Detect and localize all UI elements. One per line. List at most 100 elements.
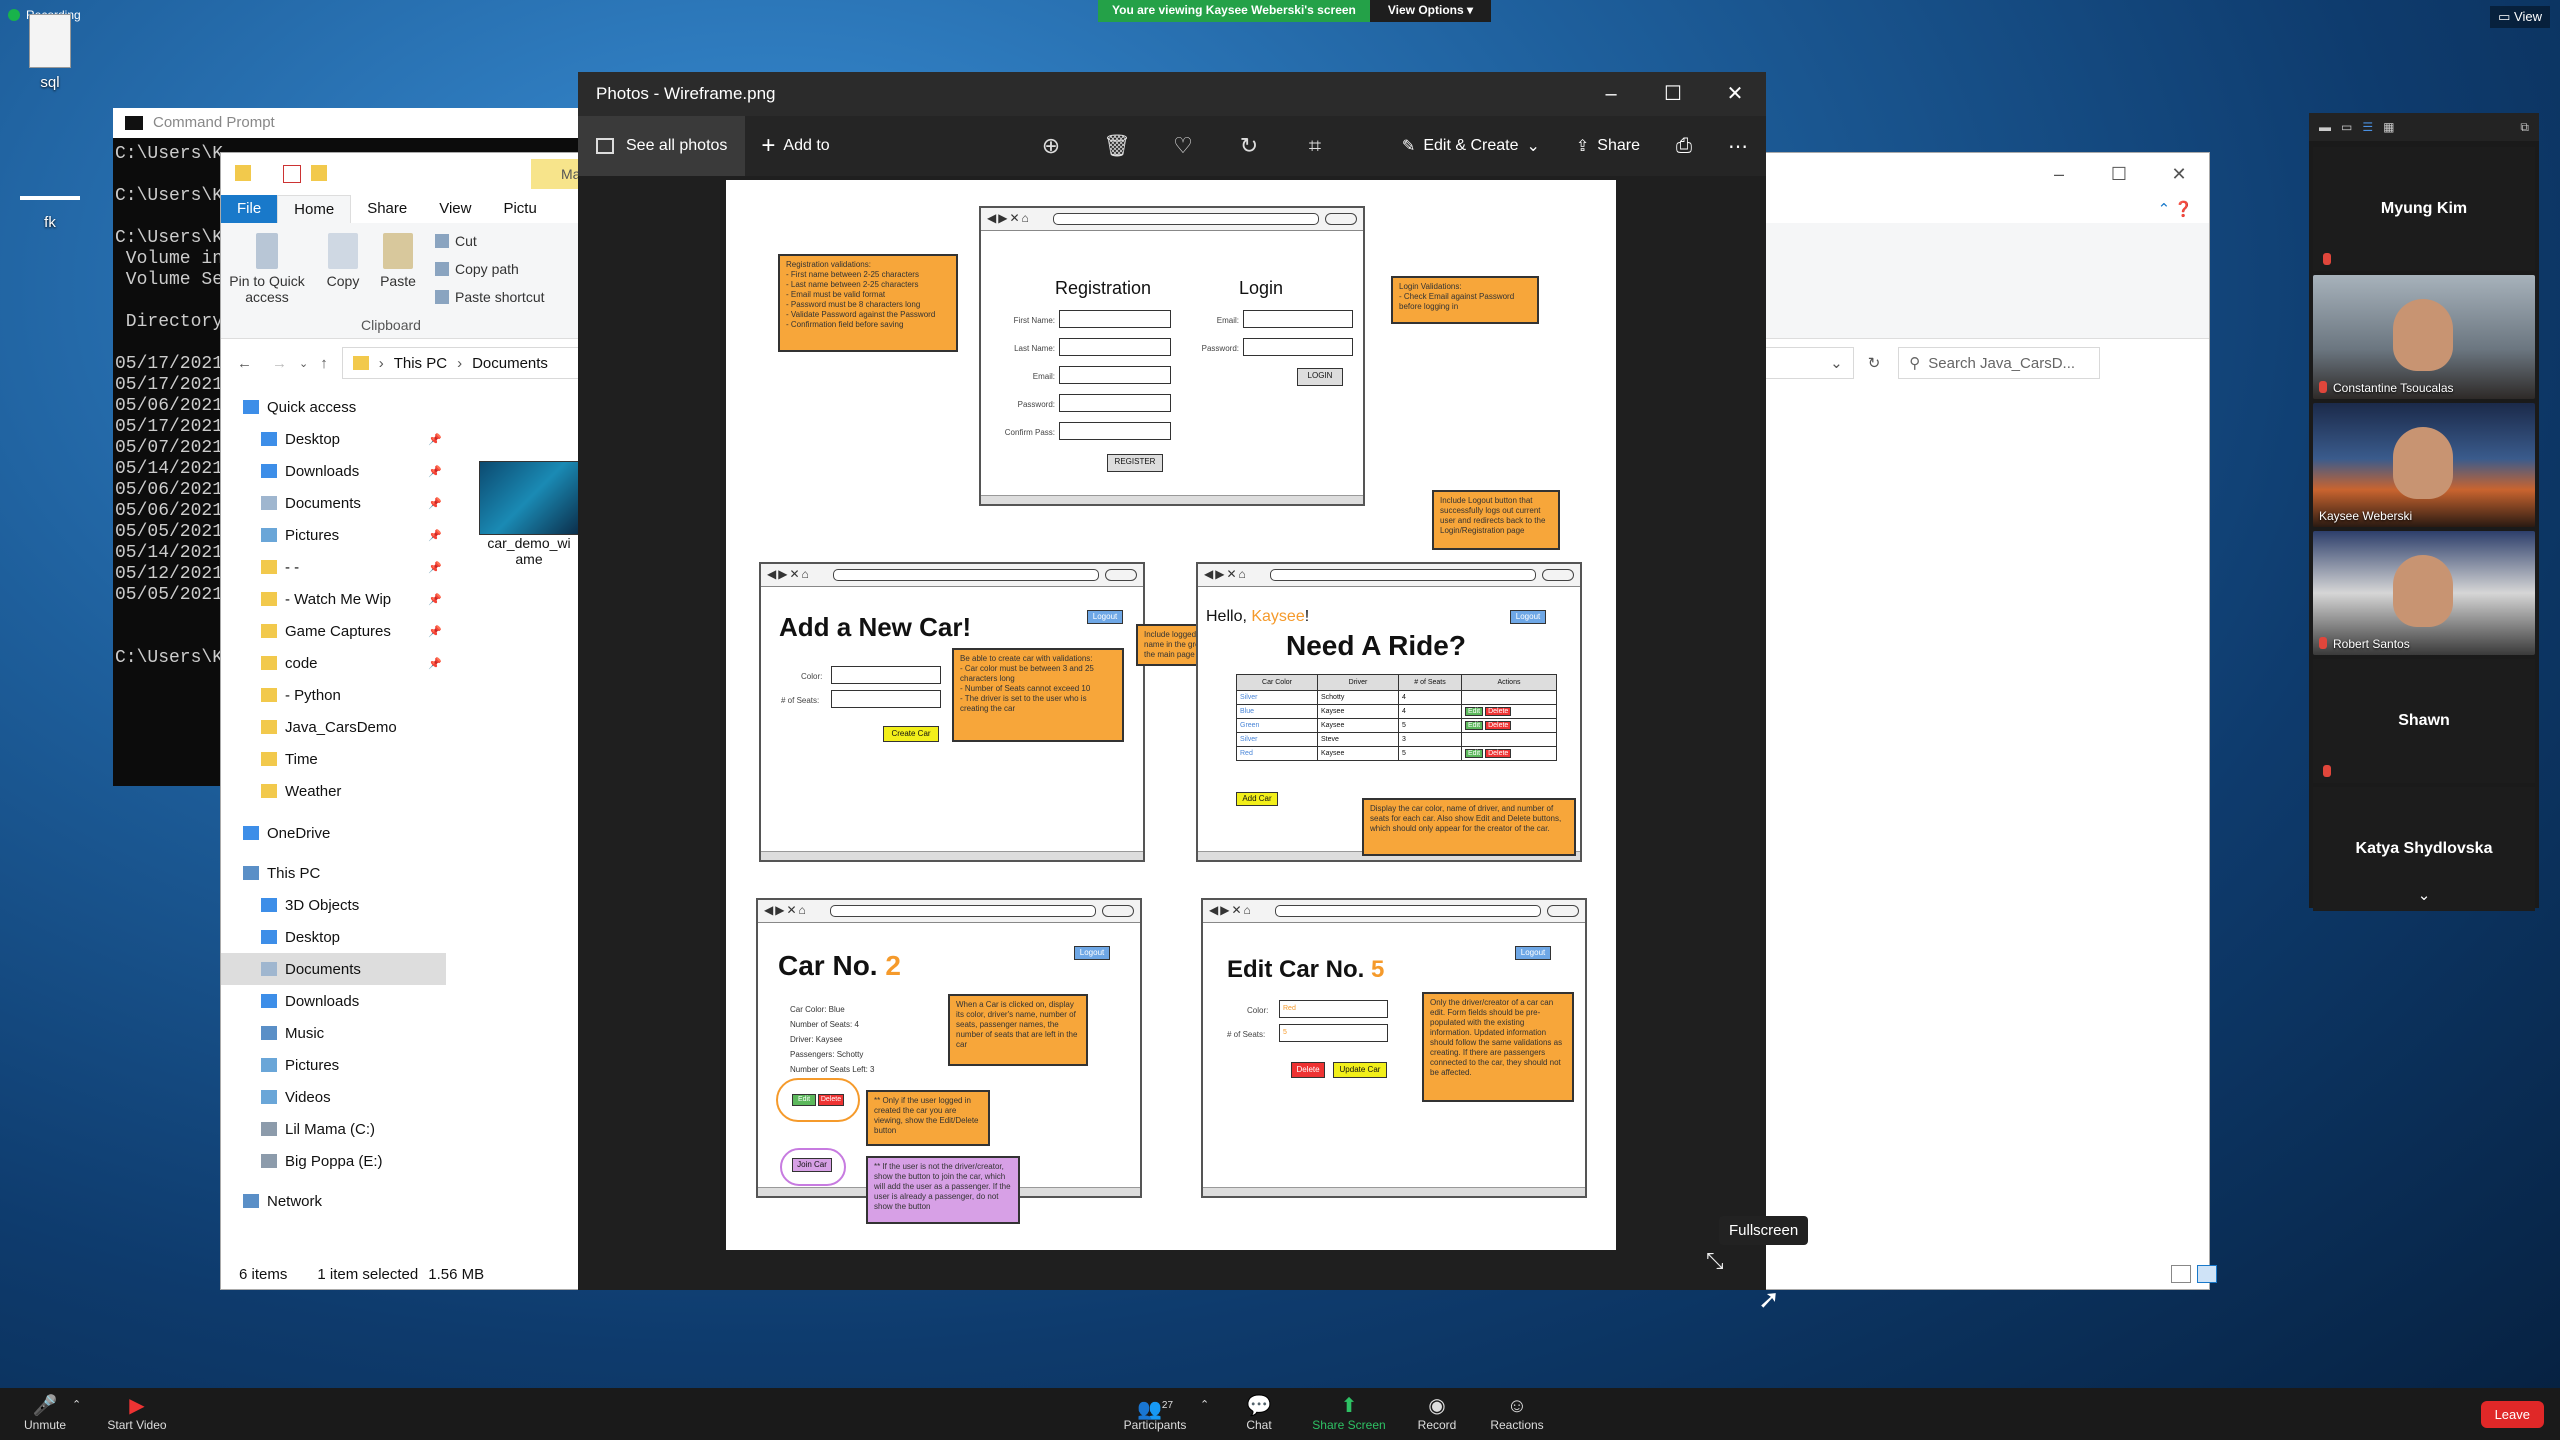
tab-home[interactable]: Home — [277, 195, 352, 223]
pin-icon[interactable]: 📌 — [428, 529, 442, 542]
add-to-button[interactable]: + Add to — [745, 132, 845, 160]
forward-icon[interactable]: → — [272, 355, 287, 372]
leave-button[interactable]: Leave — [2480, 1401, 2544, 1428]
breadcrumb-this-pc[interactable]: This PC — [394, 355, 447, 372]
copy-path-button[interactable]: Copy path — [435, 261, 519, 277]
more-icon[interactable]: ⋯ — [1710, 134, 1766, 159]
new-folder-icon[interactable] — [311, 165, 327, 181]
nav-item[interactable]: Pictures — [221, 1049, 446, 1081]
back-icon[interactable]: ← — [237, 355, 252, 372]
nav-item[interactable]: Quick access — [221, 391, 446, 423]
nav-item[interactable]: - Python — [221, 679, 446, 711]
search-input[interactable]: Search Java_CarsD... — [1928, 355, 2075, 372]
single-view-icon[interactable]: ▭ — [2341, 120, 2352, 134]
nav-item[interactable]: Game Captures 📌 — [221, 615, 446, 647]
properties-icon[interactable] — [283, 165, 301, 183]
nav-item[interactable]: - - 📌 — [221, 551, 446, 583]
chevron-down-icon[interactable]: ⌄ — [1830, 354, 1843, 372]
pin-icon[interactable]: 📌 — [428, 465, 442, 478]
crop-icon[interactable]: ⌗ — [1282, 133, 1348, 159]
up-icon[interactable]: ↑ — [320, 355, 328, 372]
pin-quick-access-button[interactable]: Pin to Quick access — [229, 233, 305, 305]
tab-file[interactable]: File — [221, 195, 278, 223]
chevron-up-icon[interactable]: ⌃ — [72, 1398, 81, 1411]
recent-dropdown-icon[interactable]: ⌄ — [299, 357, 308, 370]
zoom-in-icon[interactable]: ⊕ — [1018, 133, 1084, 159]
nav-item[interactable]: Videos — [221, 1081, 446, 1113]
popout-icon[interactable]: ⧉ — [2520, 120, 2529, 135]
nav-item[interactable]: Music — [221, 1017, 446, 1049]
participants-button[interactable]: 👥27 Participants — [1110, 1394, 1200, 1432]
fullscreen-icon[interactable]: ⤡ — [1706, 1248, 1736, 1278]
nav-item[interactable]: - Watch Me Wip 📌 — [221, 583, 446, 615]
breadcrumb-documents[interactable]: Documents — [472, 355, 548, 372]
view-button[interactable]: ▭ View — [2490, 6, 2550, 28]
pin-icon[interactable]: 📌 — [428, 561, 442, 574]
gallery-view-icon[interactable]: ▦ — [2383, 120, 2394, 134]
paste-button[interactable]: Paste — [373, 233, 423, 289]
record-button[interactable]: ◉ Record — [1392, 1394, 1482, 1432]
close-icon[interactable]: ✕ — [2149, 153, 2209, 195]
nav-item[interactable]: This PC — [221, 857, 446, 889]
edit-create-button[interactable]: ✎ Edit & Create ⌄ — [1384, 136, 1558, 156]
trash-icon[interactable]: 🗑 — [1084, 133, 1150, 159]
minimize-panel-icon[interactable]: ▬ — [2319, 120, 2331, 134]
share-button[interactable]: ⇪ Share — [1558, 136, 1658, 156]
photos-titlebar[interactable]: Photos - Wireframe.png – ☐ ✕ — [578, 72, 1766, 116]
nav-item[interactable]: Desktop 📌 — [221, 423, 446, 455]
tab-share[interactable]: Share — [351, 195, 423, 223]
desktop-icon-fk[interactable]: fk — [10, 196, 90, 231]
heart-icon[interactable]: ♡ — [1150, 133, 1216, 159]
cmd-titlebar[interactable]: Command Prompt — [113, 108, 593, 138]
details-view-icon[interactable] — [2171, 1265, 2191, 1283]
nav-item[interactable]: Desktop — [221, 921, 446, 953]
share-screen-button[interactable]: ⬆ Share Screen — [1304, 1394, 1394, 1432]
participant-tile[interactable]: Constantine Tsoucalas — [2313, 275, 2535, 399]
nav-item[interactable]: Downloads — [221, 985, 446, 1017]
participant-tile[interactable]: Shawn — [2313, 659, 2535, 783]
minimize-icon[interactable]: – — [2029, 153, 2089, 195]
nav-item[interactable]: Lil Mama (C:) — [221, 1113, 446, 1145]
print-icon[interactable]: ⎙ — [1658, 135, 1710, 158]
participant-tile[interactable]: Myung Kim — [2313, 147, 2535, 271]
nav-item[interactable]: Network — [221, 1185, 446, 1217]
start-video-button[interactable]: ▶ Start Video — [92, 1394, 182, 1432]
file-item-car-demo[interactable]: car_demo_wi ame — [479, 461, 581, 567]
participant-tile[interactable]: Kaysee Weberski — [2313, 403, 2535, 527]
ribbon-help-icon[interactable]: ⌃ ❓ — [2142, 195, 2209, 223]
see-all-photos-button[interactable]: See all photos — [578, 116, 746, 176]
participant-tile[interactable]: Robert Santos — [2313, 531, 2535, 655]
close-icon[interactable]: ✕ — [1704, 72, 1766, 116]
nav-item[interactable]: 3D Objects — [221, 889, 446, 921]
tab-view[interactable]: View — [423, 195, 487, 223]
nav-item[interactable]: Weather — [221, 775, 446, 807]
minimize-icon[interactable]: – — [1580, 72, 1642, 116]
reactions-button[interactable]: ☺ Reactions — [1472, 1394, 1562, 1432]
pin-icon[interactable]: 📌 — [428, 433, 442, 446]
refresh-icon[interactable]: ↻ — [1868, 354, 1881, 372]
search-box[interactable]: ⚲ Search Java_CarsD... — [1898, 347, 2101, 379]
nav-item[interactable]: Documents — [221, 953, 446, 985]
maximize-icon[interactable]: ☐ — [2089, 153, 2149, 195]
paste-shortcut-button[interactable]: Paste shortcut — [435, 289, 545, 305]
photos-window[interactable]: Photos - Wireframe.png – ☐ ✕ See all pho… — [578, 72, 1766, 1290]
navigation-pane[interactable]: Quick access Desktop 📌 Downloads 📌 Documents 📌… — [221, 391, 446, 1217]
chevron-up-icon[interactable]: ⌃ — [1200, 1398, 1209, 1411]
nav-item[interactable]: code 📌 — [221, 647, 446, 679]
scroll-down-icon[interactable]: ⌄ — [2309, 886, 2539, 904]
nav-item[interactable]: Java_CarsDemo — [221, 711, 446, 743]
pin-icon[interactable]: 📌 — [428, 657, 442, 670]
pin-icon[interactable]: 📌 — [428, 625, 442, 638]
pin-icon[interactable]: 📌 — [428, 497, 442, 510]
view-options-button[interactable]: View Options ▾ — [1369, 0, 1492, 22]
copy-button[interactable]: Copy — [321, 233, 365, 289]
nav-item[interactable]: OneDrive — [221, 817, 446, 849]
tab-picture-tools[interactable]: Pictu — [487, 195, 552, 223]
nav-item[interactable]: Documents 📌 — [221, 487, 446, 519]
nav-item[interactable]: Downloads 📌 — [221, 455, 446, 487]
nav-item[interactable]: Time — [221, 743, 446, 775]
large-icons-view-icon[interactable] — [2197, 1265, 2217, 1283]
cut-button[interactable]: Cut — [435, 233, 477, 249]
maximize-icon[interactable]: ☐ — [1642, 72, 1704, 116]
chat-button[interactable]: 💬 Chat — [1214, 1394, 1304, 1432]
